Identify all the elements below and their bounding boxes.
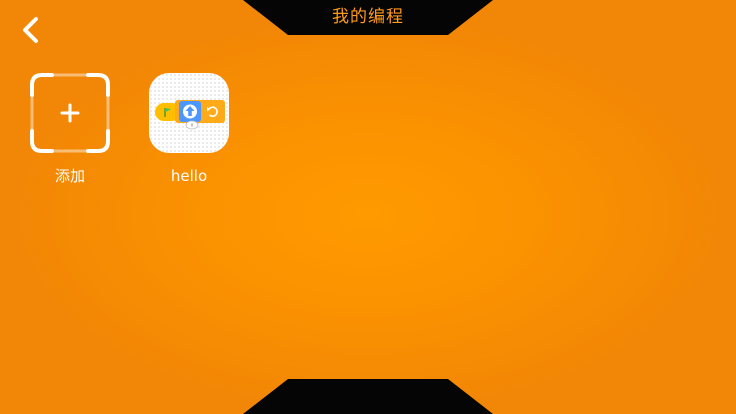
chevron-left-icon [23,17,38,43]
add-frame [30,73,110,153]
add-project-button[interactable] [30,73,110,153]
project-name: hello [170,167,208,185]
bottom-tab [243,379,493,414]
arrow-up-icon [183,104,197,119]
project-thumbnail[interactable] [149,73,229,153]
project-list-screen: 我的编程 添加 hello [0,0,736,414]
project-blocks-thumbnail [155,100,225,130]
back-button[interactable] [16,12,48,48]
add-project-tile[interactable]: 添加 [30,73,110,186]
add-project-label: 添加 [54,167,85,185]
page-title: 我的编程 [332,7,404,27]
plus-icon [60,103,80,123]
project-tile-hello[interactable]: hello [149,73,229,186]
